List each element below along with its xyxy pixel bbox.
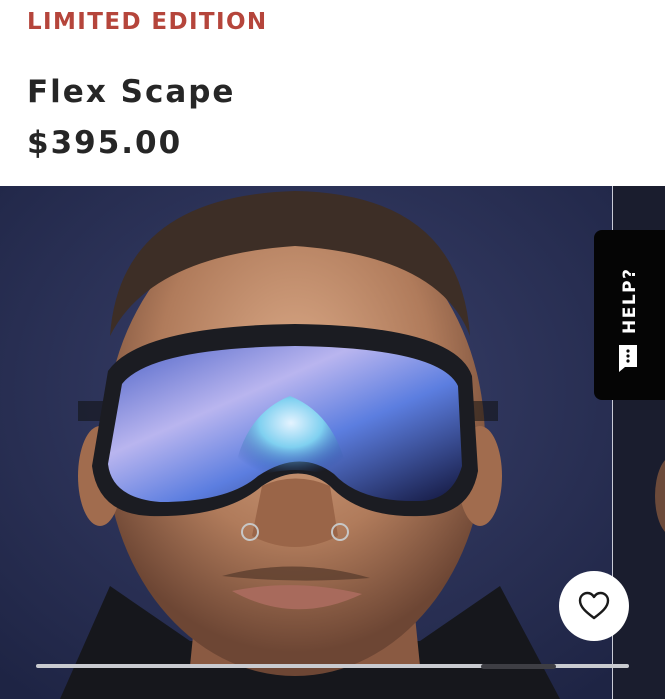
carousel-scrollbar-thumb[interactable] <box>481 664 556 669</box>
chat-bubble-icon[interactable] <box>617 343 639 373</box>
heart-icon <box>578 591 610 620</box>
product-header: LIMITED EDITION Flex Scape $395.00 <box>0 0 665 186</box>
favorite-button[interactable] <box>559 571 629 641</box>
limited-edition-badge: LIMITED EDITION <box>27 9 268 35</box>
help-label[interactable]: HELP? <box>618 268 642 335</box>
product-title: Flex Scape <box>27 74 236 110</box>
product-price: $395.00 <box>27 125 183 161</box>
product-image[interactable] <box>0 186 612 699</box>
